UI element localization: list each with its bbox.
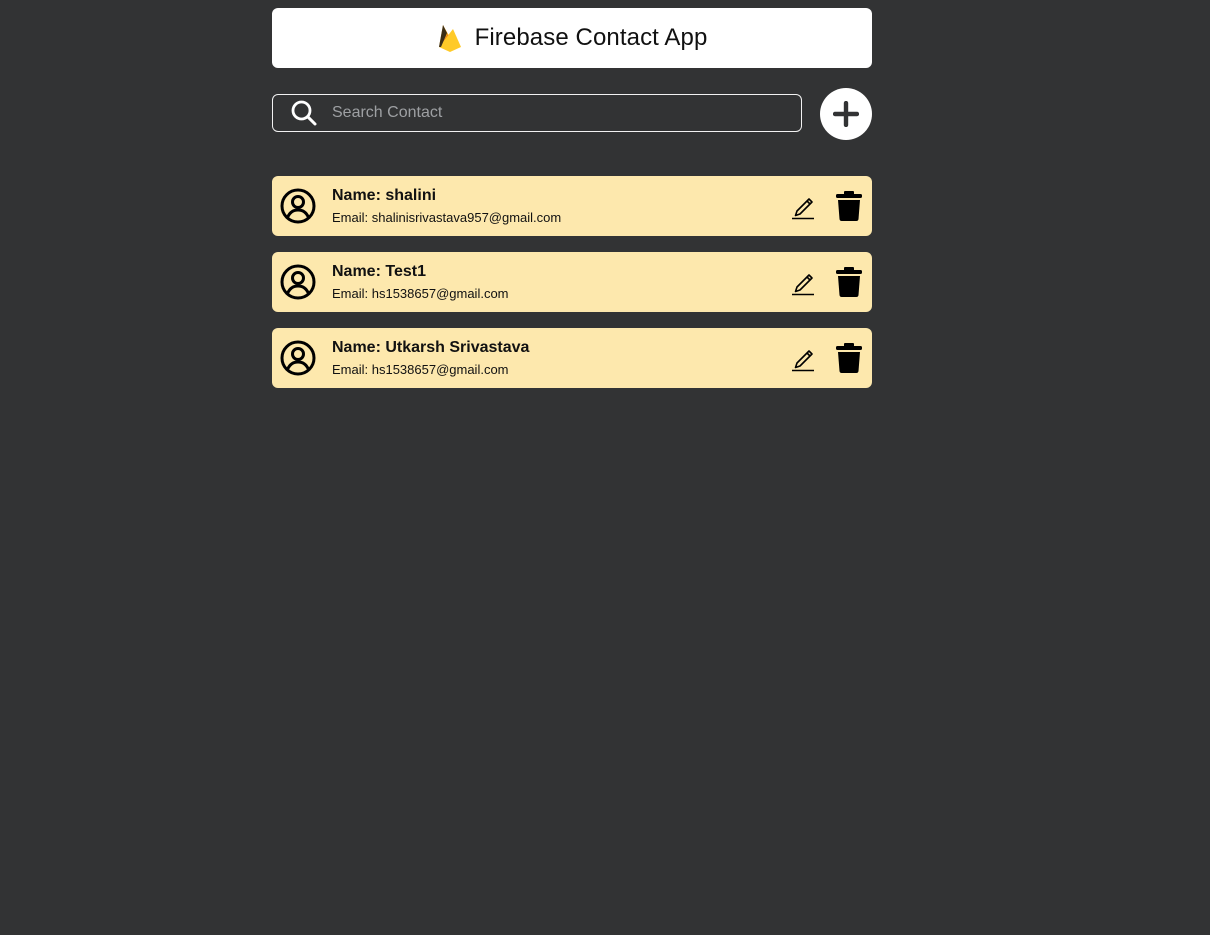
contact-card: Name: shalini Email: shalinisrivastava95…: [272, 176, 872, 236]
app-container: Firebase Contact App Search Contact Name…: [272, 8, 872, 388]
contact-email: Email: shalinisrivastava957@gmail.com: [332, 210, 562, 225]
trash-icon[interactable]: [835, 266, 863, 298]
contact-card: Name: Utkarsh Srivastava Email: hs153865…: [272, 328, 872, 388]
trash-icon[interactable]: [835, 342, 863, 374]
contact-card: Name: Test1 Email: hs1538657@gmail.com: [272, 252, 872, 312]
app-title: Firebase Contact App: [474, 24, 708, 51]
contact-email: Email: hs1538657@gmail.com: [332, 362, 509, 377]
contact-email: Email: hs1538657@gmail.com: [332, 286, 509, 301]
user-circle-icon: [280, 264, 316, 300]
app-header: Firebase Contact App: [272, 8, 872, 68]
search-icon: [290, 99, 318, 127]
search-row: [272, 88, 872, 140]
contact-name: Name: Utkarsh Srivastava: [332, 339, 530, 356]
trash-icon[interactable]: [835, 190, 863, 222]
contact-info: Name: shalini Email: shalinisrivastava95…: [332, 186, 561, 227]
edit-pencil-icon[interactable]: [790, 268, 816, 296]
user-circle-icon: [280, 340, 316, 376]
search-input[interactable]: [330, 103, 801, 123]
user-circle-icon: [280, 188, 316, 224]
add-contact-button[interactable]: [820, 88, 872, 140]
contact-info: Name: Utkarsh Srivastava Email: hs153865…: [332, 338, 529, 379]
contact-info: Name: Test1 Email: hs1538657@gmail.com: [332, 262, 509, 303]
contact-name: Name: shalini: [332, 187, 437, 204]
contact-list: Name: shalini Email: shalinisrivastava95…: [272, 176, 872, 388]
edit-pencil-icon[interactable]: [790, 344, 816, 372]
edit-pencil-icon[interactable]: [790, 192, 816, 220]
contact-name: Name: Test1: [332, 263, 426, 280]
firebase-logo-icon: [437, 23, 463, 53]
plus-icon: [833, 101, 859, 127]
search-box[interactable]: [272, 94, 802, 132]
